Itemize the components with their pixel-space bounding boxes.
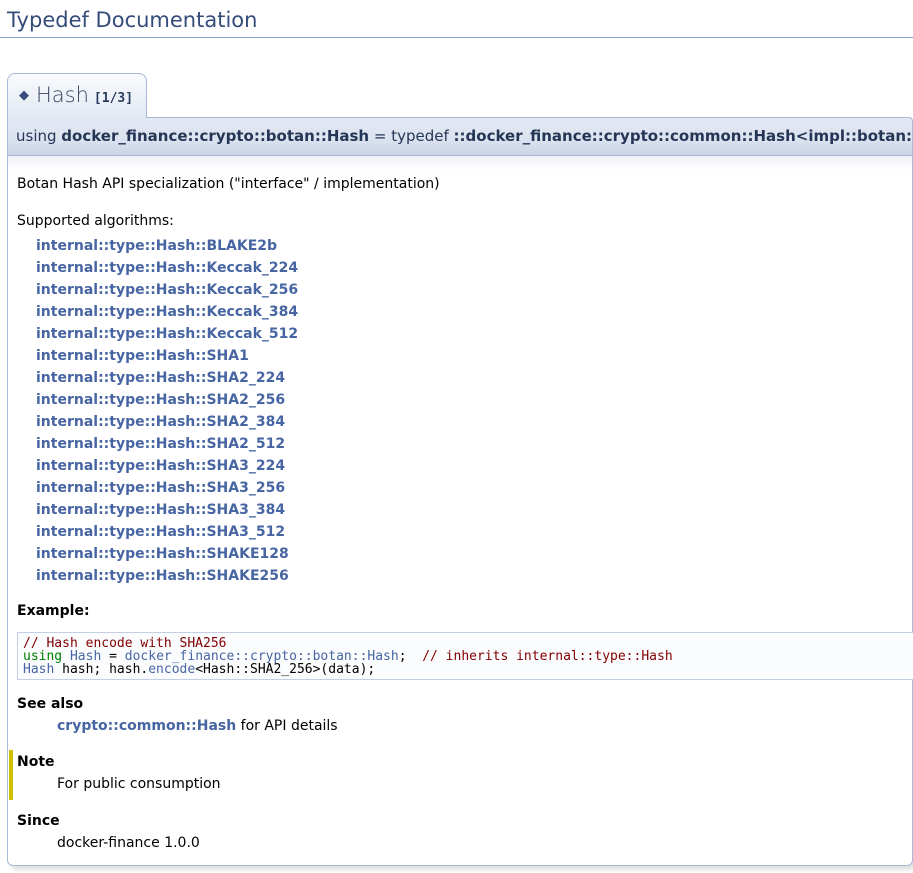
code-link[interactable]: encode (148, 662, 195, 677)
algorithm-list-item: internal::type::Hash::SHAKE128 (36, 543, 912, 565)
algorithm-list-item: internal::type::Hash::SHA3_384 (36, 499, 912, 521)
example-section: Example: (17, 602, 912, 621)
algorithm-link[interactable]: internal::type::Hash::SHA2_384 (36, 414, 285, 430)
algorithm-list-item: internal::type::Hash::BLAKE2b (36, 235, 912, 257)
algorithm-list-item: internal::type::Hash::SHA2_512 (36, 433, 912, 455)
example-label: Example: (17, 602, 912, 621)
member-overload-badge: [1/3] (94, 91, 133, 106)
algorithm-list-item: internal::type::Hash::SHA3_224 (36, 455, 912, 477)
algorithm-link[interactable]: internal::type::Hash::Keccak_224 (36, 260, 298, 276)
permalink-diamond-icon[interactable]: ◆ (19, 88, 29, 103)
algorithm-list-item: internal::type::Hash::Keccak_512 (36, 323, 912, 345)
algorithm-link[interactable]: internal::type::Hash::Keccak_512 (36, 326, 298, 342)
algorithm-list-item: internal::type::Hash::SHA2_384 (36, 411, 912, 433)
member-tab: ◆ Hash [1/3] (7, 73, 147, 118)
proto-equals: = typedef (369, 127, 453, 145)
algorithm-list-item: internal::type::Hash::Keccak_224 (36, 257, 912, 279)
algorithm-list-item: internal::type::Hash::SHA3_256 (36, 477, 912, 499)
member-documentation: Botan Hash API specialization ("interfac… (7, 156, 913, 866)
see-also-content: crypto::common::Hash for API details (57, 717, 912, 736)
see-also-suffix: for API details (236, 718, 337, 734)
proto-keyword: using (16, 127, 61, 145)
algorithm-link[interactable]: internal::type::Hash::BLAKE2b (36, 238, 277, 254)
code-block: // Hash encode with SHA256 using Hash = … (17, 632, 913, 680)
algorithm-link[interactable]: internal::type::Hash::Keccak_256 (36, 282, 298, 298)
code-plain: ; (399, 649, 422, 664)
code-comment: // inherits internal::type::Hash (422, 649, 672, 664)
algorithm-link[interactable]: internal::type::Hash::SHA2_224 (36, 370, 285, 386)
algorithm-link[interactable]: internal::type::Hash::Keccak_384 (36, 304, 298, 320)
since-text: docker-finance 1.0.0 (57, 834, 912, 853)
code-link[interactable]: Hash (23, 662, 54, 677)
since-label: Since (17, 812, 912, 831)
algorithm-list: internal::type::Hash::BLAKE2b internal::… (36, 235, 912, 587)
see-also-section: See also crypto::common::Hash for API de… (17, 695, 912, 736)
algorithm-list-item: internal::type::Hash::SHAKE256 (36, 565, 912, 587)
algorithm-link[interactable]: internal::type::Hash::SHAKE256 (36, 568, 289, 584)
code-plain: hash; hash. (54, 662, 148, 677)
algorithm-list-item: internal::type::Hash::Keccak_384 (36, 301, 912, 323)
proto-typedef-name: docker_finance::crypto::botan::Hash (61, 127, 369, 145)
typedef-declaration: using docker_finance::crypto::botan::Has… (7, 117, 913, 156)
member-item: using docker_finance::crypto::botan::Has… (7, 117, 913, 866)
note-text: For public consumption (57, 775, 912, 794)
algorithm-link[interactable]: internal::type::Hash::SHA3_384 (36, 502, 285, 518)
since-section: Since docker-finance 1.0.0 (17, 812, 912, 853)
note-section: Note For public consumption (9, 750, 912, 800)
see-also-link[interactable]: crypto::common::Hash (57, 718, 236, 734)
code-plain: <Hash::SHA2_256>(data); (195, 662, 375, 677)
proto-target-type: ::docker_finance::crypto::common::Hash<i… (454, 127, 913, 145)
algorithm-list-item: internal::type::Hash::SHA3_512 (36, 521, 912, 543)
algorithm-link[interactable]: internal::type::Hash::SHA3_512 (36, 524, 285, 540)
algorithm-list-item: internal::type::Hash::Keccak_256 (36, 279, 912, 301)
description-text: Botan Hash API specialization ("interfac… (17, 175, 912, 194)
see-also-label: See also (17, 695, 912, 714)
supported-algorithms-label: Supported algorithms: (17, 212, 912, 231)
page-title: Typedef Documentation (0, 0, 913, 38)
algorithm-link[interactable]: internal::type::Hash::SHA2_256 (36, 392, 285, 408)
algorithm-link[interactable]: internal::type::Hash::SHA3_256 (36, 480, 285, 496)
member-tab-name: Hash (36, 83, 89, 107)
algorithm-list-item: internal::type::Hash::SHA1 (36, 345, 912, 367)
algorithm-link[interactable]: internal::type::Hash::SHA3_224 (36, 458, 285, 474)
algorithm-link[interactable]: internal::type::Hash::SHAKE128 (36, 546, 289, 562)
algorithm-link[interactable]: internal::type::Hash::SHA1 (36, 348, 249, 364)
algorithm-link[interactable]: internal::type::Hash::SHA2_512 (36, 436, 285, 452)
code-line: Hash hash; hash.encode<Hash::SHA2_256>(d… (23, 663, 913, 676)
algorithm-list-item: internal::type::Hash::SHA2_224 (36, 367, 912, 389)
note-label: Note (17, 753, 912, 772)
algorithm-list-item: internal::type::Hash::SHA2_256 (36, 389, 912, 411)
